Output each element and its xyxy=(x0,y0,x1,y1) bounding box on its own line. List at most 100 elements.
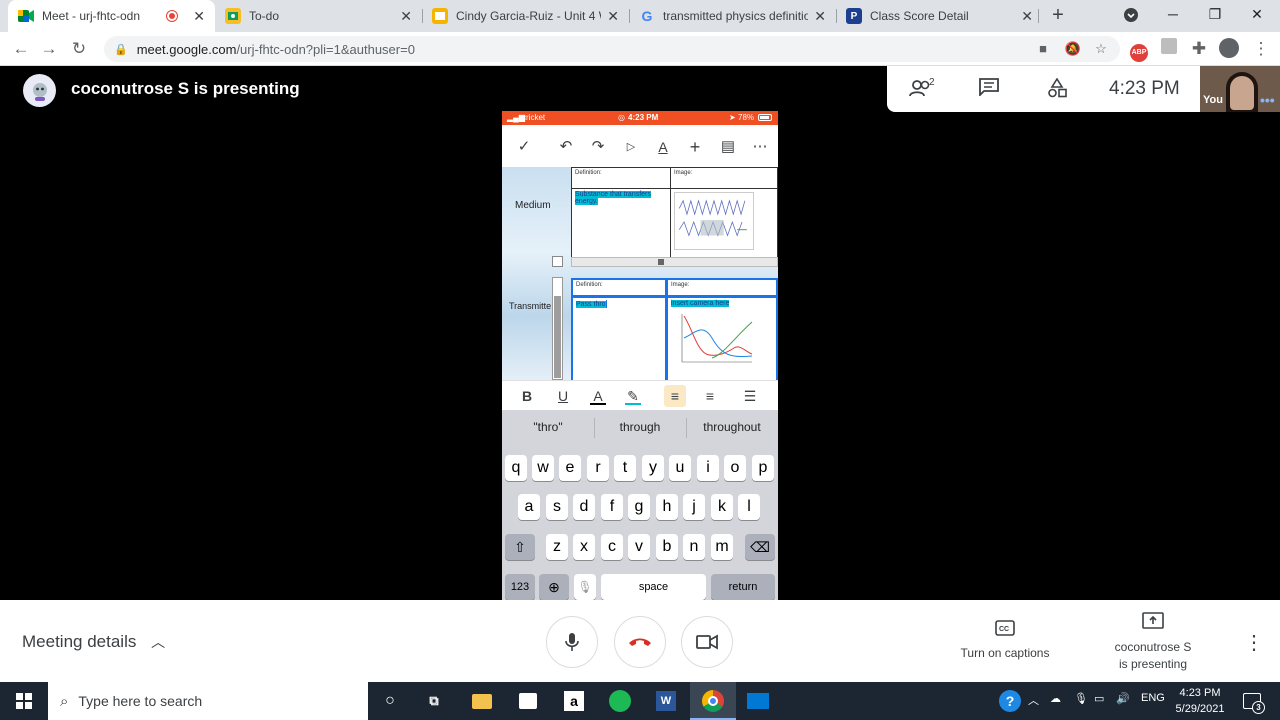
tab-search-button[interactable] xyxy=(1108,0,1154,30)
highlight-color-icon[interactable]: ✎ xyxy=(622,385,644,407)
key[interactable]: z xyxy=(546,534,568,560)
key[interactable]: i xyxy=(697,455,719,481)
close-tab-icon[interactable]: ✕ xyxy=(1021,8,1033,25)
return-key[interactable]: return xyxy=(711,574,775,600)
tab-slides[interactable]: Cindy Garcia-Ruiz - Unit 4 We ✕ xyxy=(422,0,629,32)
close-tab-icon[interactable]: ✕ xyxy=(814,8,826,25)
key[interactable]: l xyxy=(738,494,760,520)
tray-chevron-icon[interactable]: ︿ xyxy=(1028,692,1039,708)
task-view-icon[interactable]: ⧉ xyxy=(422,689,446,713)
definition-header-cell[interactable]: Definition: xyxy=(571,278,667,297)
participants-button[interactable]: 2 xyxy=(909,77,935,100)
camera-icon[interactable]: ■ xyxy=(1034,40,1052,58)
undo-icon[interactable]: ↶ xyxy=(556,137,576,157)
insert-plus-icon[interactable]: + xyxy=(685,137,705,157)
text-color-button[interactable]: A xyxy=(587,385,609,407)
resize-handle-icon[interactable] xyxy=(552,256,563,267)
present-play-icon[interactable]: ▷ xyxy=(621,137,641,157)
image-header-cell[interactable]: Image: xyxy=(666,278,778,297)
close-tab-icon[interactable]: ✕ xyxy=(400,8,412,25)
help-icon[interactable]: ? xyxy=(998,689,1022,713)
key[interactable]: j xyxy=(683,494,705,520)
minimize-button[interactable]: ─ xyxy=(1150,0,1196,30)
definition-header-cell[interactable]: Definition: xyxy=(571,167,671,189)
windows-start-icon[interactable] xyxy=(12,689,36,713)
key[interactable]: y xyxy=(642,455,664,481)
bullet-list-button[interactable]: ☰ xyxy=(739,385,761,407)
dictation-mic-icon[interactable]: 🎙 xyxy=(574,574,596,600)
key[interactable]: t xyxy=(614,455,636,481)
align-center-button[interactable]: ≡ xyxy=(699,385,721,407)
back-button[interactable]: ← xyxy=(10,38,32,60)
close-tab-icon[interactable]: ✕ xyxy=(607,8,619,25)
action-center-icon[interactable]: 3 xyxy=(1240,689,1265,714)
redo-icon[interactable]: ↷ xyxy=(588,137,608,157)
key[interactable]: d xyxy=(573,494,595,520)
document-canvas[interactable]: Medium Definition: Image: Substance that… xyxy=(502,167,778,380)
definition-cell-active[interactable]: Pass thro xyxy=(571,296,667,380)
key[interactable]: m xyxy=(711,534,733,560)
key[interactable]: g xyxy=(628,494,650,520)
key[interactable]: w xyxy=(532,455,554,481)
reload-button[interactable]: ↻ xyxy=(68,38,90,60)
battery-tray-icon[interactable]: ▭ xyxy=(1094,692,1104,705)
leave-call-button[interactable] xyxy=(614,616,666,668)
key[interactable]: q xyxy=(505,455,527,481)
meeting-details-button[interactable]: Meeting details ︿ xyxy=(22,632,165,652)
new-tab-button[interactable]: + xyxy=(1046,4,1070,28)
backspace-key-icon[interactable]: ⌫ xyxy=(745,534,775,560)
amazon-icon[interactable]: a xyxy=(562,689,586,713)
key[interactable]: c xyxy=(601,534,623,560)
key[interactable]: u xyxy=(669,455,691,481)
key[interactable]: v xyxy=(628,534,650,560)
camera-button[interactable] xyxy=(681,616,733,668)
underline-button[interactable]: U xyxy=(552,385,574,407)
key[interactable]: f xyxy=(601,494,623,520)
close-window-button[interactable]: ✕ xyxy=(1234,0,1280,30)
align-left-button[interactable]: ≡ xyxy=(664,385,686,407)
key[interactable]: e xyxy=(559,455,581,481)
maximize-button[interactable]: ❐ xyxy=(1192,0,1238,30)
suggestion-item[interactable]: through xyxy=(594,420,686,434)
horizontal-scrollbar[interactable] xyxy=(571,257,778,267)
mail-icon[interactable] xyxy=(746,689,770,713)
cortana-icon[interactable]: ○ xyxy=(378,689,402,713)
tab-google-search[interactable]: G transmitted physics definition ✕ xyxy=(629,0,836,32)
key[interactable]: b xyxy=(656,534,678,560)
chrome-menu-icon[interactable]: ⋮ xyxy=(1250,38,1272,60)
space-key[interactable]: space xyxy=(601,574,706,600)
vertical-scrollbar[interactable] xyxy=(552,277,563,380)
key[interactable]: x xyxy=(573,534,595,560)
chat-button[interactable] xyxy=(976,78,1002,100)
forward-button[interactable]: → xyxy=(38,38,60,60)
captions-button[interactable]: CC Turn on captions xyxy=(950,620,1060,660)
onedrive-icon[interactable]: ☁ xyxy=(1050,692,1061,705)
tab-meet[interactable]: Meet - urj-fhtc-odn ✕ xyxy=(8,0,215,32)
numbers-key[interactable]: 123 xyxy=(505,574,535,600)
shift-key-icon[interactable]: ⇧ xyxy=(505,534,535,560)
definition-cell[interactable]: Substance that transfers energy. xyxy=(571,188,671,258)
store-icon[interactable] xyxy=(516,689,540,713)
key[interactable]: o xyxy=(724,455,746,481)
close-tab-icon[interactable]: ✕ xyxy=(193,8,205,25)
key[interactable]: p xyxy=(752,455,774,481)
suggestion-item[interactable]: "thro" xyxy=(502,420,594,434)
bold-button[interactable]: B xyxy=(516,385,538,407)
image-cell[interactable]: insert camera here xyxy=(666,296,778,380)
key[interactable]: h xyxy=(656,494,678,520)
globe-key-icon[interactable]: ⊕ xyxy=(539,574,569,600)
profile-avatar[interactable] xyxy=(1218,38,1240,60)
key[interactable]: r xyxy=(587,455,609,481)
microphone-button[interactable] xyxy=(546,616,598,668)
adblock-extension-icon[interactable]: ABP xyxy=(1128,38,1150,62)
language-indicator[interactable]: ENG xyxy=(1141,692,1165,704)
image-header-cell[interactable]: Image: xyxy=(670,167,778,189)
more-options-icon[interactable]: ⋯ xyxy=(750,137,770,157)
extension-icon[interactable] xyxy=(1158,38,1180,60)
address-bar[interactable]: 🔒 meet.google.com/urj-fhtc-odn?pli=1&aut… xyxy=(104,36,1120,62)
system-clock[interactable]: 4:23 PM 5/29/2021 xyxy=(1168,685,1232,717)
microphone-tray-icon[interactable]: 🎙 xyxy=(1074,692,1088,705)
tab-class-score[interactable]: P Class Score Detail ✕ xyxy=(836,0,1043,32)
spotify-icon[interactable] xyxy=(608,689,632,713)
bookmark-star-icon[interactable]: ☆ xyxy=(1092,40,1110,58)
